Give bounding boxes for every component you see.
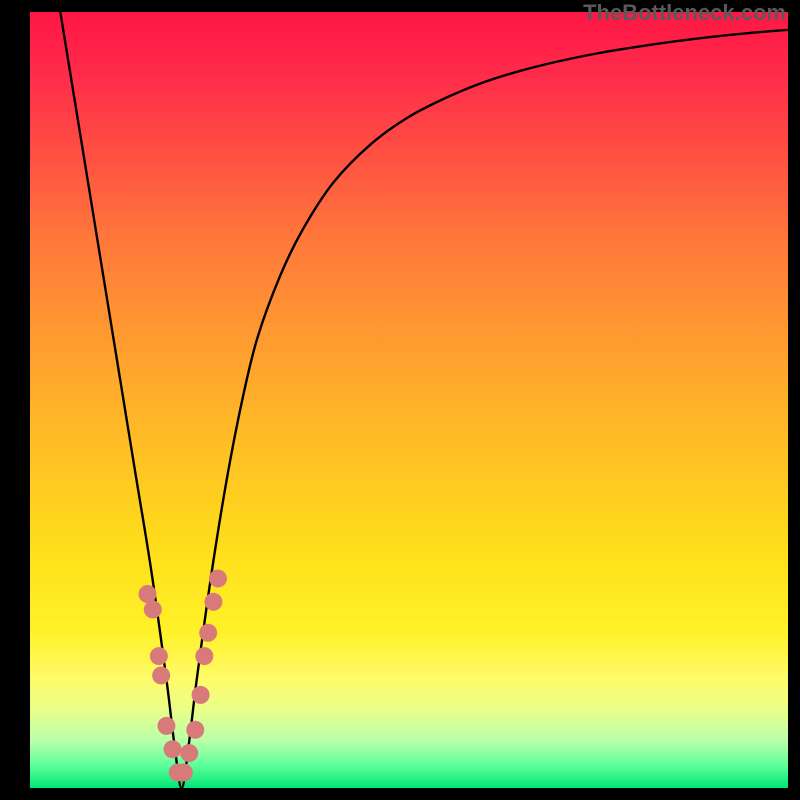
data-marker [180,744,198,762]
data-marker [138,585,156,603]
data-marker [157,717,175,735]
data-marker [164,740,182,758]
data-marker [186,721,204,739]
gradient-background [30,12,788,788]
watermark-text: TheBottleneck.com [583,0,786,26]
data-marker [152,666,170,684]
data-marker [204,593,222,611]
data-marker [192,686,210,704]
data-marker [144,601,162,619]
data-marker [199,624,217,642]
data-marker [209,569,227,587]
data-marker [175,763,193,781]
bottleneck-chart [30,12,788,788]
chart-container [30,12,788,788]
data-marker [195,647,213,665]
data-marker [150,647,168,665]
